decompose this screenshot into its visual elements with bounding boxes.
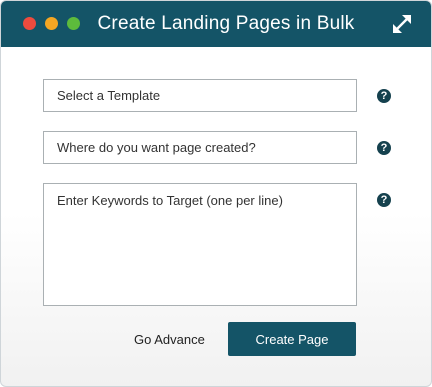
expand-arrows-icon[interactable] (391, 13, 413, 35)
create-landing-pages-window: Create Landing Pages in Bulk ? ? ? Go Ad… (0, 0, 432, 387)
keywords-textarea[interactable] (43, 183, 357, 306)
select-template-field[interactable] (43, 79, 357, 112)
question-circle-icon[interactable]: ? (377, 89, 391, 103)
go-advance-link[interactable]: Go Advance (134, 332, 205, 347)
window-title: Create Landing Pages in Bulk (97, 13, 355, 34)
question-circle-icon[interactable]: ? (377, 141, 391, 155)
page-location-field[interactable] (43, 131, 357, 164)
create-page-button[interactable]: Create Page (228, 322, 356, 356)
window-titlebar: Create Landing Pages in Bulk (1, 1, 431, 47)
question-circle-icon[interactable]: ? (377, 193, 391, 207)
